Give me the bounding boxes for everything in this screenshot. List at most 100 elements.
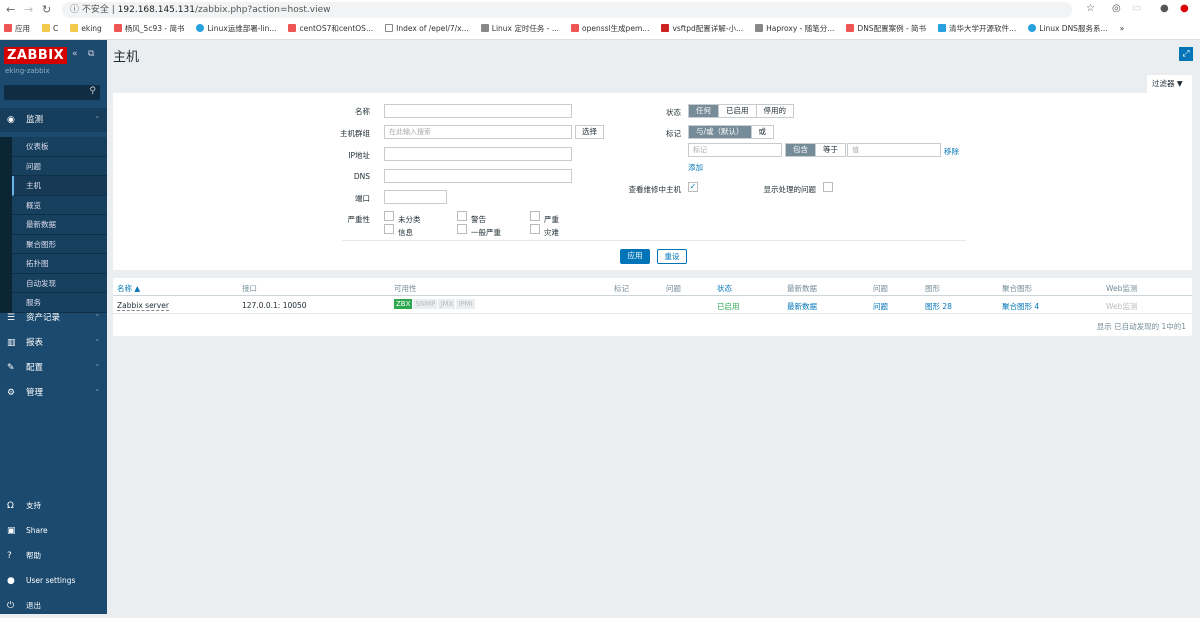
menu-monitoring[interactable]: ◉ 监测 ˄ — [0, 108, 107, 132]
severity-checkbox[interactable] — [457, 211, 467, 221]
bookmark[interactable]: Linux 定时任务 - ... — [480, 21, 559, 37]
sidebar-item-screens[interactable]: 聚合图形 — [12, 234, 107, 254]
column-header-screens: 聚合图形 — [1002, 284, 1032, 293]
main-content: 主机 ⤢ 过滤器 ▼ 名称 主机群组 在此输入搜索 选择 IP地址 DNS 端口… — [107, 40, 1200, 614]
latest-data-link[interactable]: 最新数据 — [787, 301, 817, 312]
tag-or[interactable]: 或 — [752, 126, 774, 138]
bookmark[interactable]: C — [42, 21, 58, 37]
sidebar-item-hosts[interactable]: 主机 — [12, 176, 107, 196]
tag-input[interactable]: 标记 — [688, 143, 782, 157]
filter-tab[interactable]: 过滤器 ▼ — [1147, 75, 1192, 93]
sidebar-item-maps[interactable]: 拓扑图 — [12, 254, 107, 274]
hostgroup-input[interactable]: 在此输入搜索 — [384, 125, 572, 139]
tags-label: 标记 — [666, 129, 681, 138]
menu-administration[interactable]: ⚙ 管理 ˅ — [0, 381, 107, 405]
reset-button[interactable]: 重设 — [657, 249, 687, 264]
sidebar-item-overview[interactable]: 概览 — [12, 195, 107, 215]
severity-checkbox[interactable] — [384, 211, 394, 221]
menu-help[interactable]: ? 帮助 — [0, 544, 107, 568]
bookmark[interactable]: 清华大学开源软件... — [938, 21, 1016, 37]
add-tag-link[interactable]: 添加 — [688, 162, 703, 173]
sidebar-item-latest-data[interactable]: 最新数据 — [12, 215, 107, 235]
menu-support[interactable]: Ω 支持 — [0, 494, 107, 518]
bookmark[interactable]: Index of /epel/7/x... — [385, 21, 469, 37]
extension2-icon[interactable]: ▭ — [1132, 3, 1141, 14]
menu-share[interactable]: ▣ Share — [0, 519, 107, 543]
menu-configuration[interactable]: ✎ 配置 ˅ — [0, 356, 107, 380]
menu-user-settings[interactable]: ● User settings — [0, 569, 107, 593]
port-input[interactable] — [384, 190, 447, 204]
server-name: eking-zabbix — [5, 67, 50, 75]
sidebar-item-dashboard[interactable]: 仪表板 — [12, 137, 107, 157]
kiosk-icon[interactable]: ⧉ — [88, 49, 94, 59]
help-icon: ? — [7, 551, 12, 561]
severity-option: 警告 — [471, 215, 486, 224]
menu-logout[interactable]: ⏻ 退出 — [0, 594, 107, 618]
zabbix-logo[interactable]: ZABBIX — [4, 47, 68, 64]
status-any[interactable]: 任何 — [689, 105, 719, 117]
profile-icon[interactable]: ● — [1160, 3, 1169, 14]
menu-inventory[interactable]: ☰ 资产记录 ˅ — [0, 306, 107, 330]
zbx-badge: ZBX — [394, 299, 413, 309]
collapse-icon[interactable]: « — [72, 49, 78, 59]
graphs-link[interactable]: 图形 28 — [925, 301, 952, 312]
dns-input[interactable] — [384, 169, 572, 183]
tag-value-input[interactable]: 值 — [847, 143, 941, 157]
row-divider — [113, 313, 1192, 314]
bookmark[interactable]: 杨风_5c93 - 简书 — [113, 21, 184, 37]
suppressed-checkbox[interactable] — [823, 182, 833, 192]
maintenance-label: 查看维修中主机 — [628, 185, 682, 194]
adblock-icon[interactable]: ● — [1180, 3, 1189, 14]
status-enabled[interactable]: 已启用 — [719, 105, 757, 117]
tag-and-or[interactable]: 与/或（默认） — [689, 126, 752, 138]
host-name-link[interactable]: Zabbix server — [117, 301, 169, 311]
bookmark[interactable]: Linux DNS服务系... — [1028, 21, 1108, 37]
back-icon[interactable]: ← — [6, 3, 15, 16]
problems-link[interactable]: 问题 — [873, 301, 888, 312]
sidebar-search-input[interactable]: ⚲ — [4, 85, 100, 100]
severity-checkbox[interactable] — [530, 224, 540, 234]
extension-icon[interactable]: ◎ — [1112, 3, 1121, 14]
remove-tag-link[interactable]: 移除 — [944, 146, 959, 157]
sidebar: ZABBIX « ⧉ eking-zabbix ⚲ ◉ 监测 ˄ 仪表板 问题 主机… — [0, 40, 107, 614]
bookmark[interactable]: openssl生成pem... — [571, 21, 649, 37]
apply-button[interactable]: 应用 — [620, 249, 650, 264]
address-bar[interactable]: ⓘ 不安全 | 192.168.145.131/zabbix.php?actio… — [62, 2, 1072, 18]
column-header-tags: 标记 — [614, 284, 629, 293]
screens-link[interactable]: 聚合图形 4 — [1002, 301, 1039, 312]
select-button[interactable]: 选择 — [575, 125, 604, 139]
tag-equals[interactable]: 等于 — [816, 144, 845, 156]
bookmark[interactable]: Haproxy - 随笔分... — [755, 21, 834, 37]
column-header-name[interactable]: 名称 ▲ — [117, 283, 140, 294]
forward-icon[interactable]: → — [24, 3, 33, 16]
maintenance-checkbox[interactable]: ✓ — [688, 182, 698, 192]
severity-checkbox[interactable] — [457, 224, 467, 234]
bookmark[interactable]: DNS配置案例 - 简书 — [846, 21, 926, 37]
sidebar-item-discovery[interactable]: 自动发现 — [12, 273, 107, 293]
column-header-graphs: 图形 — [925, 284, 940, 293]
ip-input[interactable] — [384, 147, 572, 161]
severity-checkbox[interactable] — [384, 224, 394, 234]
status-disabled[interactable]: 停用的 — [757, 105, 794, 117]
reload-icon[interactable]: ↻ — [42, 3, 51, 16]
search-icon[interactable]: ⚲ — [89, 86, 96, 96]
bookmark[interactable]: eking — [70, 21, 102, 37]
bookmark[interactable]: vsftpd配置详解-小... — [661, 21, 743, 37]
star-icon[interactable]: ☆ — [1086, 3, 1095, 14]
fullscreen-button[interactable]: ⤢ — [1179, 47, 1193, 61]
browser-chrome: ← → ↻ ⓘ 不安全 | 192.168.145.131/zabbix.php… — [0, 0, 1200, 40]
sidebar-item-problems[interactable]: 问题 — [12, 156, 107, 176]
bookmark[interactable]: Linux运维部署-lin... — [196, 21, 276, 37]
menu-reports[interactable]: ▥ 报表 ˅ — [0, 331, 107, 355]
name-input[interactable] — [384, 104, 572, 118]
host-status-link[interactable]: 已启用 — [717, 301, 740, 312]
hosts-table: 名称 ▲ 接口 可用性 标记 问题 状态 最新数据 问题 图形 聚合图形 Web… — [113, 278, 1192, 336]
severity-option: 信息 — [398, 228, 413, 237]
bookmark[interactable]: 应用 — [4, 21, 30, 37]
column-header-status[interactable]: 状态 — [717, 283, 732, 294]
tag-contains[interactable]: 包含 — [786, 144, 816, 156]
severity-checkbox[interactable] — [530, 211, 540, 221]
bookmark[interactable]: centOS7和centOS... — [288, 21, 373, 37]
status-label: 状态 — [666, 108, 681, 117]
bookmarks-more[interactable]: » — [1120, 21, 1125, 37]
